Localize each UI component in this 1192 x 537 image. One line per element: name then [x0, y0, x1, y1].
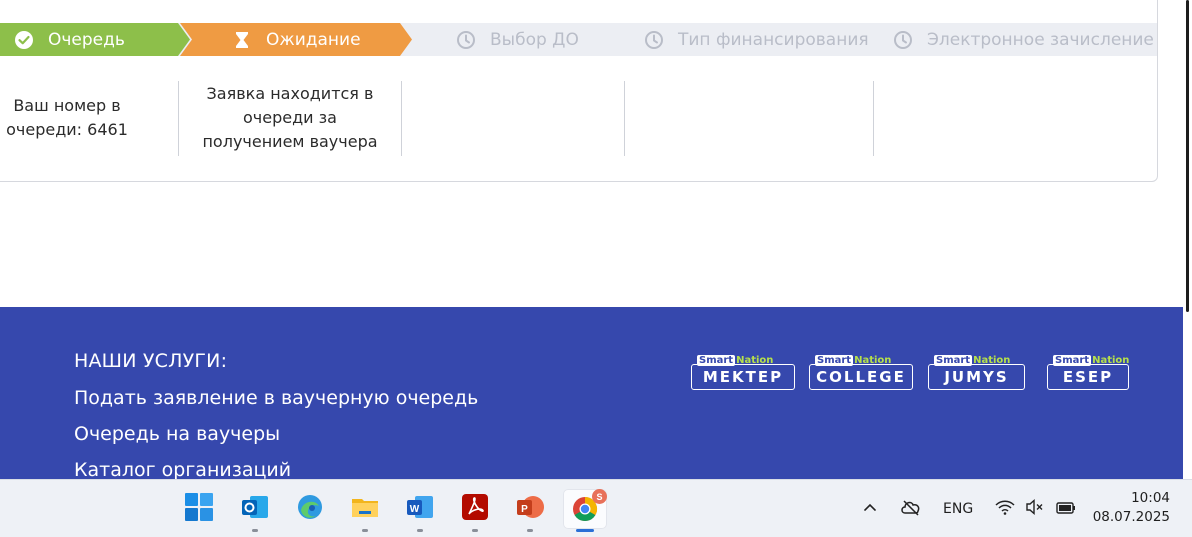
windows-taskbar: W P S ENG 10:04 08.07.2025	[0, 479, 1192, 537]
clock-icon	[644, 30, 664, 50]
services-heading: НАШИ УСЛУГИ:	[74, 350, 228, 372]
word-icon: W	[405, 492, 435, 526]
running-indicator	[417, 529, 423, 532]
taskbar-app-chrome[interactable]: S	[563, 489, 607, 532]
step-label: Очередь	[48, 29, 125, 50]
svg-text:P: P	[521, 504, 528, 515]
brand-name: COLLEGE	[809, 364, 913, 390]
brand-name: ESEP	[1047, 364, 1129, 390]
show-hidden-icons-button[interactable]	[860, 480, 880, 537]
step-waiting: Ожидание	[180, 23, 412, 56]
active-indicator	[576, 529, 594, 532]
brand-jumys-logo[interactable]: Smart Nation JUMYS	[928, 354, 1025, 392]
step-queue: Очередь	[0, 23, 190, 56]
svg-text:W: W	[410, 504, 420, 515]
clock-button[interactable]: 10:04 08.07.2025	[1093, 489, 1170, 527]
chrome-icon: S	[569, 489, 607, 525]
running-indicator	[472, 529, 478, 532]
clock-date: 08.07.2025	[1092, 509, 1170, 525]
clock-icon	[456, 30, 476, 50]
outlook-icon	[240, 492, 270, 526]
acrobat-icon	[460, 492, 490, 526]
running-indicator	[527, 529, 533, 532]
queue-number: Ваш номер в очереди: 6461	[6, 96, 128, 139]
taskbar-app-acrobat[interactable]	[453, 489, 497, 532]
scrollbar-thumb[interactable]	[1186, 0, 1189, 312]
column-divider	[401, 81, 402, 156]
step-funding-type: Тип финансирования	[644, 23, 869, 56]
network-button[interactable]	[994, 480, 1016, 537]
brand-esep-logo[interactable]: Smart Nation ESEP	[1047, 354, 1129, 392]
site-footer: НАШИ УСЛУГИ: Подать заявление в ваучерну…	[0, 307, 1183, 481]
brand-mektep-logo[interactable]: Smart Nation MEKTEP	[691, 354, 795, 392]
edge-copilot-icon	[295, 492, 325, 526]
start-button[interactable]	[177, 489, 221, 529]
column-divider	[873, 81, 874, 156]
link-organization-catalog[interactable]: Каталог организаций	[74, 459, 291, 481]
chrome-profile-badge: S	[592, 489, 607, 504]
brand-name: JUMYS	[928, 364, 1025, 390]
column-divider	[624, 81, 625, 156]
speaker-muted-icon	[1024, 497, 1046, 521]
onedrive-tray-button[interactable]	[899, 480, 923, 537]
step-label: Электронное зачисление	[927, 29, 1154, 50]
application-status-text: Заявка находится в очереди за получением…	[202, 84, 378, 151]
step-label: Выбор ДО	[490, 29, 579, 50]
file-explorer-icon	[350, 492, 380, 526]
check-circle-icon	[14, 30, 34, 50]
running-indicator	[362, 529, 368, 532]
step-label: Ожидание	[266, 29, 361, 50]
taskbar-app-file-explorer[interactable]	[343, 489, 387, 532]
link-voucher-queue[interactable]: Очередь на ваучеры	[74, 423, 280, 445]
battery-charging-icon	[1054, 497, 1078, 521]
progress-stepper: Очередь Ожидание Выбор ДО Тип финансиров…	[0, 23, 1157, 56]
page-scrollbar[interactable]	[1183, 0, 1192, 479]
column-divider	[178, 81, 179, 156]
step-electronic-enrollment: Электронное зачисление	[893, 23, 1154, 56]
running-indicator	[252, 529, 258, 532]
link-apply-voucher-queue[interactable]: Подать заявление в ваучерную очередь	[74, 387, 478, 409]
step-choose-preschool: Выбор ДО	[456, 23, 579, 56]
brand-name: MEKTEP	[691, 364, 795, 390]
wifi-icon	[994, 497, 1016, 521]
step-label: Тип финансирования	[678, 29, 869, 50]
taskbar-app-word[interactable]: W	[398, 489, 442, 532]
brand-college-logo[interactable]: Smart Nation COLLEGE	[809, 354, 913, 392]
clock-time: 10:04	[1131, 490, 1170, 506]
taskbar-app-outlook[interactable]	[233, 489, 277, 532]
start-icon	[184, 492, 214, 526]
battery-button[interactable]	[1054, 480, 1078, 537]
cloud-offline-icon	[899, 497, 923, 521]
taskbar-app-edge[interactable]	[288, 489, 332, 529]
language-indicator[interactable]: ENG	[943, 480, 973, 537]
clock-icon	[893, 30, 913, 50]
chevron-up-icon	[860, 497, 880, 521]
taskbar-app-powerpoint[interactable]: P	[508, 489, 552, 532]
powerpoint-icon: P	[515, 492, 545, 526]
volume-button[interactable]	[1024, 480, 1046, 537]
hourglass-icon	[232, 30, 252, 50]
